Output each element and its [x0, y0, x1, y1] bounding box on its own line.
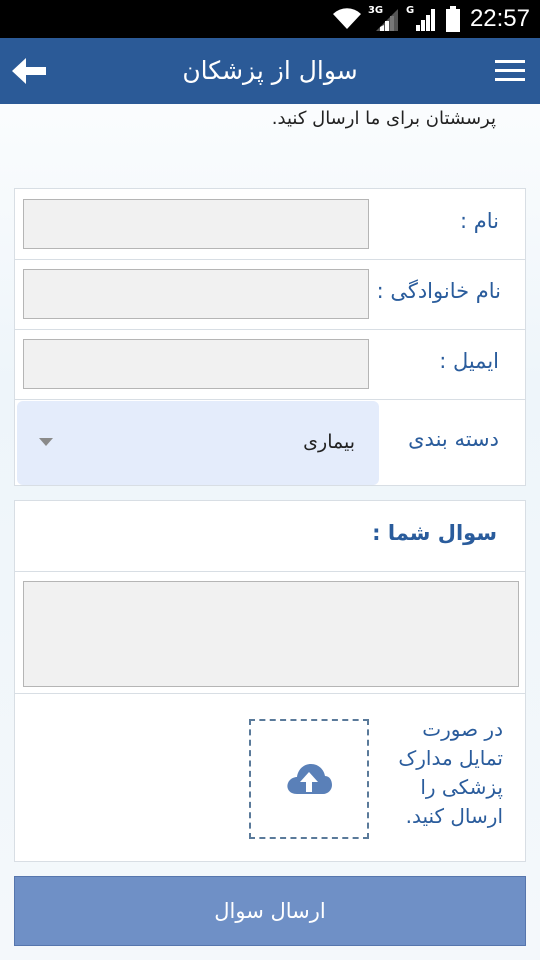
back-button[interactable]	[6, 47, 54, 95]
contact-form: نام : نام خانوادگی : ایمیل : بیماری دسته…	[14, 188, 526, 486]
status-bar: 3G G 22:57	[0, 0, 540, 38]
question-section: سوال شما : در صورت تمایل مدارک پزشکی را …	[14, 500, 526, 862]
category-label: دسته بندی	[408, 427, 499, 451]
cloud-upload-icon	[287, 764, 332, 794]
network-3g-label: 3G	[367, 5, 384, 16]
intro-text: پرسشتان برای ما ارسال کنید.	[271, 108, 496, 129]
question-label: سوال شما :	[372, 521, 497, 545]
last-name-row: نام خانوادگی :	[15, 259, 525, 330]
network-g-label: G	[405, 5, 415, 16]
last-name-field[interactable]	[23, 269, 369, 319]
dropdown-arrow-icon	[39, 438, 53, 446]
wifi-icon	[332, 8, 362, 30]
battery-icon	[445, 6, 460, 32]
category-select[interactable]: بیماری	[17, 401, 379, 485]
email-row: ایمیل :	[15, 329, 525, 400]
hamburger-menu-icon	[495, 60, 525, 81]
category-row: بیماری دسته بندی	[15, 401, 525, 485]
submit-question-button[interactable]: ارسال سوال	[14, 876, 526, 946]
menu-button[interactable]	[490, 47, 530, 95]
divider	[15, 571, 525, 572]
page-title: سوال از پزشکان	[182, 56, 358, 85]
first-name-label: نام :	[460, 209, 499, 233]
first-name-field[interactable]	[23, 199, 369, 249]
email-label: ایمیل :	[439, 349, 499, 373]
email-field[interactable]	[23, 339, 369, 389]
first-name-row: نام :	[15, 189, 525, 260]
divider	[15, 693, 525, 694]
app-bar: سوال از پزشکان	[0, 38, 540, 104]
status-icons: 3G G 22:57	[324, 0, 540, 38]
status-time: 22:57	[469, 5, 530, 32]
signal-g-icon: G	[405, 5, 438, 31]
upload-button[interactable]	[249, 719, 369, 839]
arrow-left-icon	[12, 58, 46, 84]
upload-hint-text: در صورت تمایل مدارک پزشکی را ارسال کنید.	[398, 717, 503, 828]
last-name-label: نام خانوادگی :	[376, 279, 501, 303]
category-selected-value: بیماری	[303, 431, 355, 453]
signal-3g-icon: 3G	[367, 5, 400, 31]
question-textarea[interactable]	[23, 581, 519, 687]
